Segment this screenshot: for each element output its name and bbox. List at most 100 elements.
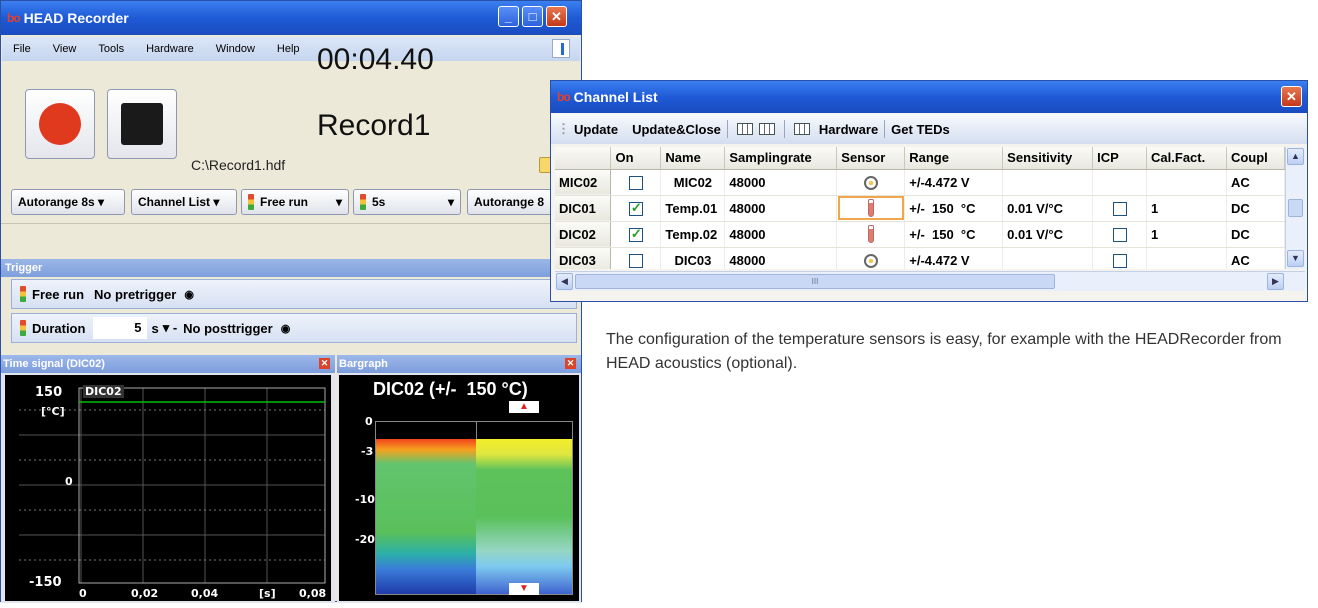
stop-button[interactable]: [107, 89, 177, 159]
range-cell[interactable]: +/-4.472 V: [904, 169, 1004, 196]
table-row[interactable]: DIC01 Temp.01 48000 +/- 150 °C 0.01 V/°C…: [555, 195, 1285, 222]
rate-cell[interactable]: 48000: [724, 169, 838, 196]
range-cell[interactable]: +/-4.472 V: [904, 247, 1004, 269]
name-cell[interactable]: Temp.01: [660, 195, 726, 222]
on-checkbox[interactable]: [628, 253, 643, 268]
on-checkbox[interactable]: [628, 175, 643, 190]
maximize-icon[interactable]: □: [522, 6, 543, 27]
get-teds-button[interactable]: Get TEDs: [891, 122, 950, 137]
rate-cell[interactable]: 48000: [724, 221, 838, 248]
on-checkbox[interactable]: [628, 226, 643, 242]
on-checkbox[interactable]: [628, 200, 643, 216]
close-icon[interactable]: ✕: [546, 6, 567, 27]
on-cell[interactable]: [610, 221, 662, 248]
eye-icon[interactable]: ◉: [184, 288, 194, 301]
scroll-left-icon[interactable]: ◀: [556, 273, 573, 290]
range-cell[interactable]: +/- 150 °C: [904, 221, 1004, 248]
update-close-button[interactable]: Update&Close: [632, 122, 721, 137]
coupling-cell[interactable]: AC: [1226, 247, 1285, 269]
channel-list-title-bar[interactable]: bo Channel List ✕: [551, 81, 1307, 113]
menu-help[interactable]: Help: [266, 43, 311, 55]
name-cell[interactable]: Temp.02: [660, 221, 726, 248]
scroll-down-icon[interactable]: ▼: [1287, 250, 1304, 267]
cal-cell[interactable]: 1: [1146, 195, 1227, 222]
col-sensitivity[interactable]: Sensitivity: [1002, 147, 1094, 170]
on-cell[interactable]: [610, 169, 662, 196]
col-sensor[interactable]: Sensor: [836, 147, 906, 170]
duration-unit[interactable]: s: [151, 321, 158, 336]
icp-cell[interactable]: [1092, 221, 1148, 248]
update-button[interactable]: Update: [574, 122, 618, 137]
minimize-icon[interactable]: _: [498, 6, 519, 27]
menu-file[interactable]: File: [2, 43, 42, 55]
col-coupling[interactable]: Coupl: [1226, 147, 1285, 170]
col-samplingrate[interactable]: Samplingrate: [724, 147, 838, 170]
icp-cell[interactable]: [1092, 247, 1148, 269]
menu-tools[interactable]: Tools: [87, 43, 135, 55]
col-cal-fact[interactable]: Cal.Fact.: [1146, 147, 1227, 170]
scroll-up-icon[interactable]: ▲: [1287, 148, 1304, 165]
bargraph-plot[interactable]: DIC02 (+/- 150 °C) ▲ 0 -3 -10 -20 ▼: [339, 375, 579, 601]
row-id[interactable]: DIC02: [555, 221, 612, 248]
vertical-scroll-thumb[interactable]: [1288, 199, 1303, 217]
table-layout-icon[interactable]: [736, 123, 753, 135]
sensitivity-cell[interactable]: 0.01 V/°C: [1002, 221, 1094, 248]
sensitivity-cell[interactable]: [1002, 247, 1094, 269]
table-row[interactable]: DIC02 Temp.02 48000 +/- 150 °C 0.01 V/°C…: [555, 221, 1285, 248]
free-run-dropdown[interactable]: Free run ▾: [241, 189, 349, 215]
cal-cell[interactable]: [1146, 247, 1227, 269]
sensor-cell[interactable]: [836, 195, 906, 222]
trigger-stop-row[interactable]: Duration 5 s ▾ - No posttrigger ◉: [11, 313, 577, 343]
col-range[interactable]: Range: [904, 147, 1004, 170]
row-id[interactable]: DIC01: [555, 195, 612, 222]
eye-icon[interactable]: ◉: [281, 322, 291, 335]
channel-list-button[interactable]: Channel List ▾: [131, 189, 237, 215]
icp-checkbox[interactable]: [1112, 253, 1127, 268]
channel-table-viewport[interactable]: On Name Samplingrate Sensor Range Sensit…: [555, 147, 1285, 269]
menu-view[interactable]: View: [42, 43, 88, 55]
icp-cell[interactable]: [1092, 195, 1148, 222]
cal-cell[interactable]: 1: [1146, 221, 1227, 248]
trigger-start-row[interactable]: Free run No pretrigger ◉: [11, 279, 577, 309]
icp-checkbox[interactable]: [1112, 227, 1127, 242]
record-button[interactable]: [25, 89, 95, 159]
sensitivity-cell[interactable]: [1002, 169, 1094, 196]
menu-hardware[interactable]: Hardware: [135, 43, 205, 55]
col-icp[interactable]: ICP: [1092, 147, 1148, 170]
table-row[interactable]: DIC03 DIC03 48000 +/-4.472 V AC: [555, 247, 1285, 269]
five-s-dropdown[interactable]: 5s ▾: [353, 189, 461, 215]
autorange-8s-button[interactable]: Autorange 8s ▾: [11, 189, 125, 215]
recorder-title-bar[interactable]: bo HEAD Recorder _ □ ✕: [1, 1, 581, 35]
on-cell[interactable]: [610, 195, 662, 222]
close-icon[interactable]: ✕: [1281, 86, 1302, 107]
table-columns-icon[interactable]: [758, 123, 775, 135]
sensor-cell[interactable]: [836, 169, 906, 196]
sensitivity-cell[interactable]: 0.01 V/°C: [1002, 195, 1094, 222]
sensor-cell[interactable]: [836, 221, 906, 248]
rate-cell[interactable]: 48000: [724, 195, 838, 222]
vertical-scrollbar[interactable]: ▲ ▼: [1285, 147, 1305, 269]
name-cell[interactable]: MIC02: [660, 169, 726, 196]
horizontal-scrollbar[interactable]: ◀ III ▶: [555, 271, 1305, 291]
hardware-button[interactable]: Hardware: [819, 122, 878, 137]
range-cell[interactable]: +/- 150 °C: [904, 195, 1004, 222]
coupling-cell[interactable]: DC: [1226, 221, 1285, 248]
coupling-cell[interactable]: DC: [1226, 195, 1285, 222]
table-row[interactable]: MIC02 MIC02 48000 +/-4.472 V AC: [555, 169, 1285, 196]
icp-checkbox[interactable]: [1112, 201, 1127, 216]
duration-input[interactable]: 5: [93, 317, 148, 339]
menu-window[interactable]: Window: [205, 43, 266, 55]
horizontal-scroll-thumb[interactable]: III: [575, 274, 1055, 289]
col-name[interactable]: Name: [660, 147, 726, 170]
row-id[interactable]: DIC03: [555, 247, 612, 269]
name-cell[interactable]: DIC03: [660, 247, 726, 269]
scroll-right-icon[interactable]: ▶: [1267, 273, 1284, 290]
on-cell[interactable]: [610, 247, 662, 269]
time-signal-plot[interactable]: 150 DIC02 [°C] 0 -150 0 0,02 0,04 [s] 0,…: [5, 375, 331, 601]
row-id[interactable]: MIC02: [555, 169, 612, 196]
sensor-cell[interactable]: [836, 247, 906, 269]
close-icon[interactable]: ✕: [565, 358, 576, 369]
col-on[interactable]: On: [610, 147, 662, 170]
close-icon[interactable]: ✕: [319, 358, 330, 369]
rate-cell[interactable]: 48000: [724, 247, 838, 269]
